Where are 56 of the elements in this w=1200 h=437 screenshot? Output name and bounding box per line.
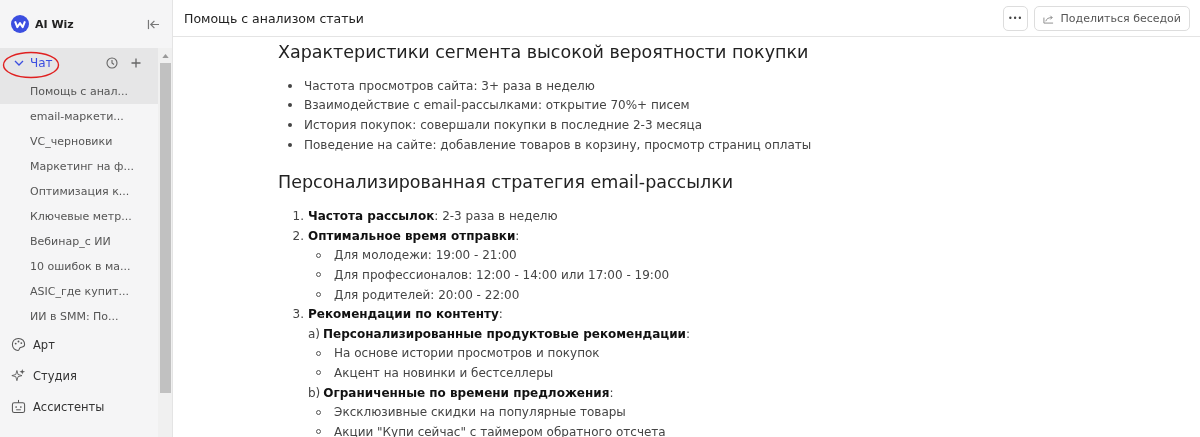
chat-item[interactable]: email-маркети... xyxy=(0,104,158,129)
highlight-ellipse xyxy=(2,51,60,79)
chat-item[interactable]: Маркетинг на ф... xyxy=(0,154,158,179)
chevron-icon xyxy=(14,60,24,66)
share-button[interactable]: Поделиться беседой xyxy=(1033,5,1190,31)
robot-icon[interactable] xyxy=(11,399,26,414)
list-number: 2. xyxy=(291,228,305,243)
list-item: История покупок: совершали покупки в последние 2-3 месяца xyxy=(304,118,703,132)
list-item: Для родителей: 20:00 - 22:00 xyxy=(334,287,520,302)
list-item: Частота рассылок: 2-3 раза в неделю xyxy=(308,209,558,224)
more-button[interactable]: ••• xyxy=(1002,5,1028,31)
list-item: Оптимальное время отправки: xyxy=(308,228,520,243)
list-item: Акцент на новинки и бестселлеры xyxy=(334,365,554,380)
sparkle-icon[interactable] xyxy=(11,368,26,383)
palette-icon[interactable] xyxy=(11,337,26,352)
bullet-icon xyxy=(288,123,292,127)
scrollbar-thumb[interactable] xyxy=(159,63,171,393)
list-item: Для профессионалов: 12:00 - 14:00 или 17:00 - 19:00 xyxy=(334,267,670,282)
list-number: 3. xyxy=(291,307,305,322)
bullet-icon xyxy=(288,103,292,108)
list-item: Взаимодействие с email-рассылками: открытие 70%+ писем xyxy=(304,98,690,113)
chat-item[interactable]: Вебинар_с ИИ xyxy=(0,229,158,254)
list-letter: b) xyxy=(308,385,322,400)
section-heading: Характеристики сегмента высокой вероятности покупки xyxy=(278,41,810,64)
list-item: Для молодежи: 19:00 - 21:00 xyxy=(334,248,517,263)
list-item: Поведение на сайте: добавление товаров в корзину, просмотр страниц оплаты xyxy=(304,137,812,152)
nav-item[interactable]: Ассистенты xyxy=(33,399,105,414)
chat-item[interactable]: Оптимизация к... xyxy=(0,179,158,204)
chat-item[interactable]: Помощь с анал... xyxy=(0,78,158,104)
list-number: 1. xyxy=(291,209,305,224)
list-item: Частота просмотров сайта: 3+ раза в неделю xyxy=(304,78,595,93)
bullet-icon xyxy=(288,142,292,147)
chat-item[interactable]: ИИ в SMM: По... xyxy=(0,304,158,329)
logo-icon xyxy=(11,15,29,33)
brand-name: AI Wiz xyxy=(35,17,74,31)
list-item: На основе истории просмотров и покупок xyxy=(334,346,600,361)
list-item: Эксклюзивные скидки на популярные товары xyxy=(334,405,626,420)
list-item: Ограниченные по времени предложения: xyxy=(323,385,614,400)
chat-item[interactable]: 10 ошибок в ма... xyxy=(0,254,158,279)
bullet-icon xyxy=(288,83,292,88)
list-item: Персонализированные продуктовые рекомендации: xyxy=(323,326,691,341)
collapse-sidebar-icon[interactable] xyxy=(147,18,160,30)
plus-icon[interactable] xyxy=(130,57,142,69)
list-item: Рекомендации по контенту: xyxy=(308,307,503,322)
conversation-title: Помощь с анализом статьи xyxy=(184,10,364,26)
chat-item[interactable]: VC_черновики xyxy=(0,129,158,154)
list-letter: a) xyxy=(308,326,322,341)
nav-item[interactable]: Арт xyxy=(33,337,55,352)
scrollbar[interactable] xyxy=(158,48,172,437)
history-icon[interactable] xyxy=(106,57,118,69)
chat-item[interactable]: Ключевые метр... xyxy=(0,204,158,229)
scroll-up-icon[interactable] xyxy=(161,54,169,58)
nav-item[interactable]: Студия xyxy=(33,368,77,383)
chat-section-header[interactable]: Чат xyxy=(0,48,158,78)
chat-item[interactable]: ASIC_где купит... xyxy=(0,279,158,304)
section-heading: Персонализированная стратегия email-рассылки xyxy=(278,171,735,195)
